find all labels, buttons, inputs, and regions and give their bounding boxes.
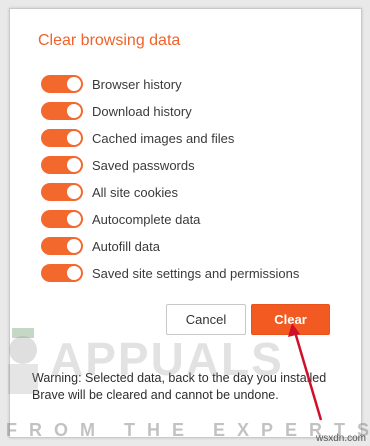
red-arrow-annotation [288,323,323,421]
